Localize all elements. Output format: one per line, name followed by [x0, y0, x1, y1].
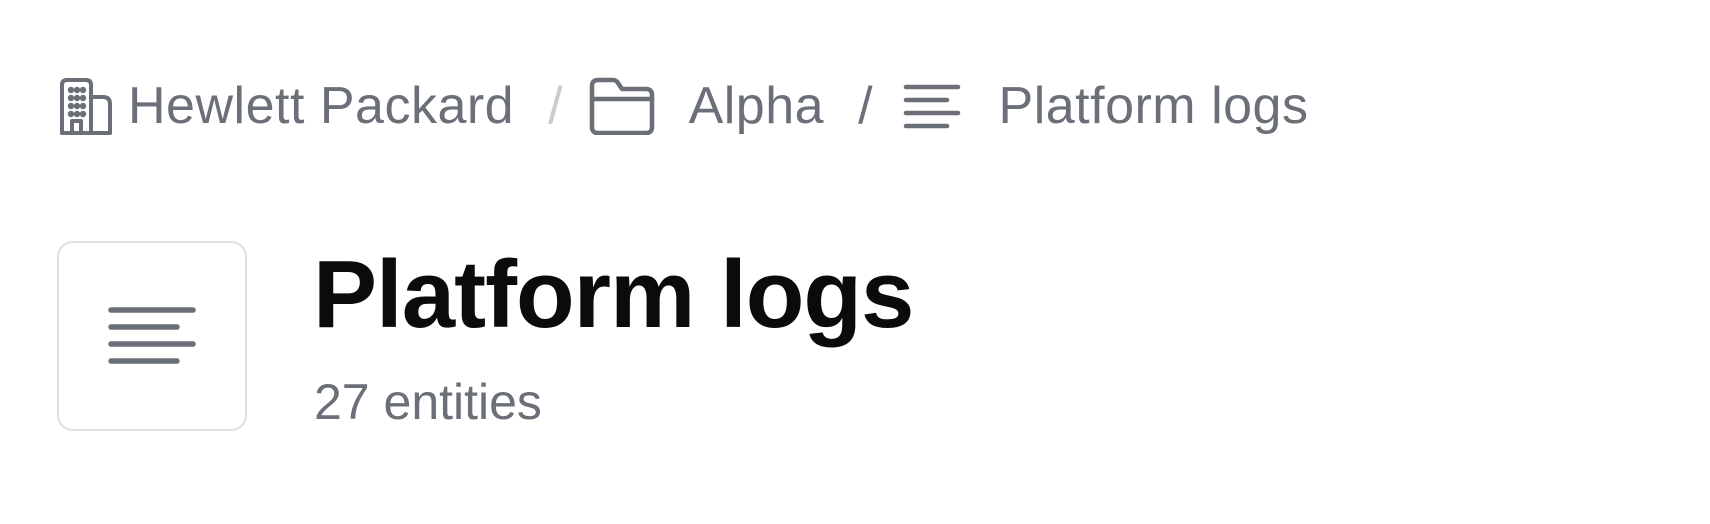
breadcrumb-label-current: Platform logs: [998, 77, 1309, 135]
folder-icon: [589, 77, 655, 135]
text-lines-icon: [903, 82, 961, 130]
breadcrumb-item-project[interactable]: Alpha: [589, 77, 825, 135]
breadcrumb: Hewlett Packard / Alpha / Platform logs: [58, 74, 1308, 138]
entity-count: 27 entities: [314, 374, 542, 430]
building-icon: [58, 77, 116, 135]
page-icon-tile: [57, 241, 247, 431]
breadcrumb-label-organization: Hewlett Packard: [128, 77, 515, 135]
breadcrumb-item-organization[interactable]: Hewlett Packard: [58, 77, 514, 135]
breadcrumb-label-project: Alpha: [688, 77, 825, 135]
page-title: Platform logs: [313, 241, 914, 348]
breadcrumb-item-current[interactable]: Platform logs: [903, 80, 1309, 132]
breadcrumb-separator: /: [548, 77, 563, 135]
text-lines-icon: [107, 305, 197, 367]
breadcrumb-separator: /: [858, 77, 873, 135]
